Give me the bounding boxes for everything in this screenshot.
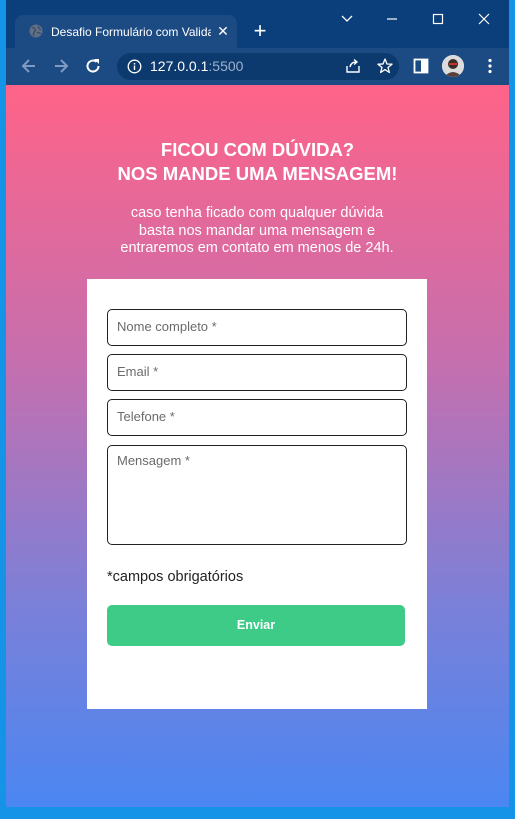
- email-field[interactable]: Email *: [107, 354, 407, 391]
- title-bar: Desafio Formulário com Validação ✕ +: [6, 0, 509, 48]
- new-tab-icon[interactable]: +: [250, 20, 270, 42]
- email-placeholder: Email *: [117, 364, 159, 379]
- page-content: FICOU COM DÚVIDA? NOS MANDE UMA MENSAGEM…: [6, 85, 509, 807]
- url-text: 127.0.0.1:5500: [150, 58, 243, 75]
- browser-window: Desafio Formulário com Validação ✕ +: [6, 0, 509, 807]
- message-field[interactable]: Mensagem *: [107, 445, 407, 545]
- subtext-line-1: caso tenha ficado com qualquer dúvida: [130, 205, 384, 221]
- tab-search-icon[interactable]: [333, 8, 361, 30]
- name-field[interactable]: Nome completo *: [107, 309, 407, 346]
- required-fields-note: *campos obrigatórios: [107, 569, 244, 585]
- subtext-line-2: basta nos mandar uma mensagem e: [138, 222, 376, 239]
- avatar-image: [442, 55, 464, 77]
- browser-tab[interactable]: Desafio Formulário com Validação ✕: [15, 15, 237, 48]
- back-arrow-icon[interactable]: [19, 56, 39, 76]
- globe-icon: [29, 24, 43, 38]
- address-bar[interactable]: 127.0.0.1:5500: [117, 53, 399, 80]
- phone-placeholder: Telefone *: [117, 409, 175, 424]
- bookmark-star-icon[interactable]: [376, 57, 394, 75]
- share-icon[interactable]: [344, 57, 362, 75]
- minimize-icon[interactable]: [378, 8, 406, 30]
- browser-toolbar: 127.0.0.1:5500: [6, 48, 509, 85]
- page-headline: FICOU COM DÚVIDA? NOS MANDE UMA MENSAGEM…: [6, 138, 509, 186]
- reload-icon[interactable]: [83, 56, 103, 76]
- contact-form: Nome completo * Email * Telefone * Mensa…: [87, 279, 427, 709]
- info-icon[interactable]: [127, 59, 142, 74]
- more-menu-icon[interactable]: [480, 56, 500, 76]
- headline-line-2: NOS MANDE UMA MENSAGEM!: [117, 163, 398, 184]
- subtext-line-3: entraremos em contato em menos de 24h.: [120, 240, 394, 256]
- headline-line-1: FICOU COM DÚVIDA?: [160, 139, 355, 160]
- submit-button[interactable]: Enviar: [107, 605, 405, 646]
- tab-close-icon[interactable]: ✕: [215, 23, 231, 39]
- tab-title: Desafio Formulário com Validação: [51, 25, 211, 39]
- side-panel-icon[interactable]: [411, 56, 431, 76]
- page-subtext: caso tenha ficado com qualquer dúvida ba…: [107, 205, 407, 258]
- name-placeholder: Nome completo *: [117, 319, 217, 334]
- message-placeholder: Mensagem *: [117, 453, 190, 468]
- phone-field[interactable]: Telefone *: [107, 399, 407, 436]
- profile-avatar[interactable]: [442, 55, 464, 77]
- close-window-icon[interactable]: [470, 8, 498, 30]
- url-port: :5500: [208, 58, 244, 74]
- forward-arrow-icon[interactable]: [51, 56, 71, 76]
- url-host: 127.0.0.1: [150, 58, 209, 74]
- maximize-icon[interactable]: [424, 8, 452, 30]
